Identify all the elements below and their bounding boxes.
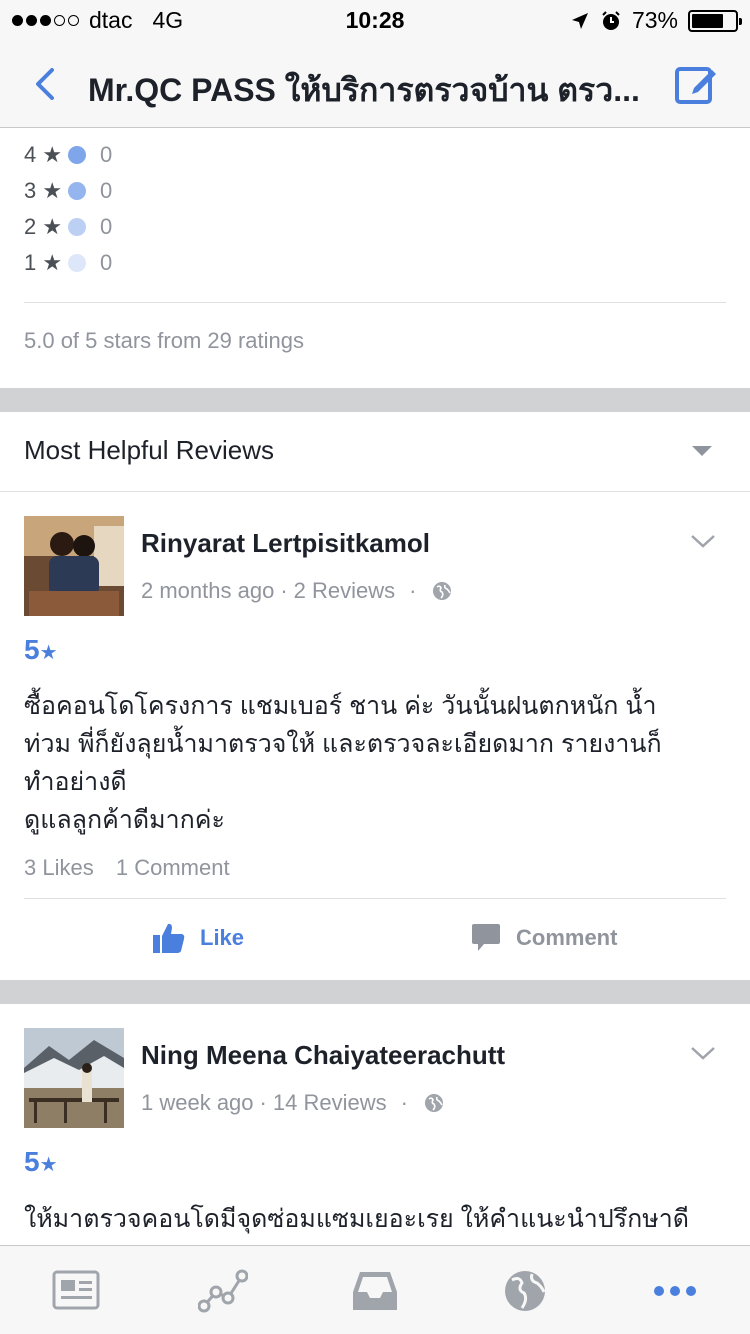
rating-row: 4 ★ 0	[24, 138, 112, 172]
rating-row: 1 ★ 0	[24, 246, 112, 280]
review-rating: 5★	[24, 1146, 58, 1177]
rating-summary: 5.0 of 5 stars from 29 ratings	[24, 328, 305, 353]
meta-separator: ·	[259, 1090, 267, 1115]
chevron-down-icon[interactable]	[690, 1045, 716, 1061]
meta-separator: ·	[280, 578, 288, 603]
rating-dot	[68, 218, 86, 236]
review-text: ให้มาตรวจคอนโดมีจุดซ่อมแซมเยอะเรย ให้คำแ…	[24, 1205, 690, 1233]
likes-count[interactable]: 3 Likes	[24, 855, 94, 880]
rating-row-label: 3 ★	[24, 178, 63, 203]
rating-dot	[68, 254, 86, 272]
like-label: Like	[200, 925, 245, 950]
globe-icon[interactable]	[500, 1268, 550, 1314]
reviewer-avatar[interactable]	[24, 516, 124, 616]
reviews-sort-title[interactable]: Most Helpful Reviews	[24, 435, 274, 466]
comment-button[interactable]: Comment	[470, 922, 617, 954]
alarm-icon	[602, 10, 620, 30]
section-separator	[0, 980, 750, 1004]
sort-dropdown-icon[interactable]	[692, 446, 712, 456]
divider	[24, 898, 726, 899]
rating-row-label: 4 ★	[24, 142, 63, 167]
rating-count: 0	[100, 178, 113, 203]
meta-separator: ·	[409, 578, 417, 603]
public-globe-icon	[433, 582, 452, 600]
rating-row-label: 2 ★	[24, 214, 63, 239]
review-count[interactable]: 2 Reviews	[294, 578, 395, 604]
location-arrow-icon	[571, 12, 588, 29]
insights-icon[interactable]	[198, 1268, 248, 1314]
rating-row-label: 1 ★	[24, 250, 63, 275]
reviewer-name[interactable]: Rinyarat Lertpisitkamol	[141, 528, 430, 559]
status-right: 73%	[570, 7, 742, 34]
navigation-bar: Mr.QC PASS ให้บริการตรวจบ้าน ตรว...	[0, 40, 750, 128]
review-text: ซื้อคอนโดโครงการ แชมเบอร์ ชาน ค่ะ วันนั้…	[24, 692, 662, 834]
comment-label: Comment	[516, 925, 618, 950]
chevron-down-icon[interactable]	[690, 533, 716, 549]
review-time: 2 months ago	[141, 578, 275, 603]
review-count[interactable]: 14 Reviews	[273, 1090, 387, 1116]
bottom-tab-bar	[0, 1245, 750, 1334]
more-icon[interactable]	[650, 1268, 700, 1314]
meta-separator: ·	[400, 1090, 408, 1115]
news-feed-icon[interactable]	[52, 1268, 102, 1314]
inbox-icon[interactable]	[350, 1268, 400, 1314]
avatar-photo	[24, 516, 124, 616]
battery-icon	[688, 9, 742, 32]
rating-count: 0	[100, 214, 113, 239]
rating-dot	[68, 182, 86, 200]
rating-dot	[68, 146, 86, 164]
public-globe-icon	[424, 1094, 443, 1112]
reviewer-name[interactable]: Ning Meena Chaiyateerachutt	[141, 1040, 505, 1071]
review-stats: 3 Likes 1 Comment	[24, 855, 230, 881]
rating-row: 2 ★ 0	[24, 210, 112, 244]
review-time: 1 week ago	[141, 1090, 254, 1115]
review-meta: 1 week ago · 14 Reviews ·	[141, 1090, 444, 1116]
compose-icon[interactable]	[674, 62, 718, 106]
divider	[24, 302, 726, 303]
thumbs-up-icon	[153, 923, 185, 953]
comment-bubble-icon	[472, 924, 500, 951]
rating-row: 3 ★ 0	[24, 174, 112, 208]
rating-count: 0	[100, 250, 113, 275]
back-arrow-icon[interactable]	[28, 66, 64, 102]
section-separator	[0, 388, 750, 412]
battery-percent: 73%	[631, 7, 678, 33]
review-rating: 5★	[24, 634, 58, 665]
rating-count: 0	[100, 142, 113, 167]
review-meta: 2 months ago · 2 Reviews ·	[141, 578, 452, 604]
reviewer-avatar[interactable]	[24, 1028, 124, 1128]
avatar-photo	[24, 1028, 124, 1128]
status-bar: dtac 4G 10:28 73%	[0, 0, 750, 40]
page-title: Mr.QC PASS ให้บริการตรวจบ้าน ตรว...	[88, 72, 640, 108]
like-button[interactable]: Like	[152, 922, 244, 954]
divider	[0, 491, 750, 492]
comments-count[interactable]: 1 Comment	[116, 855, 230, 880]
